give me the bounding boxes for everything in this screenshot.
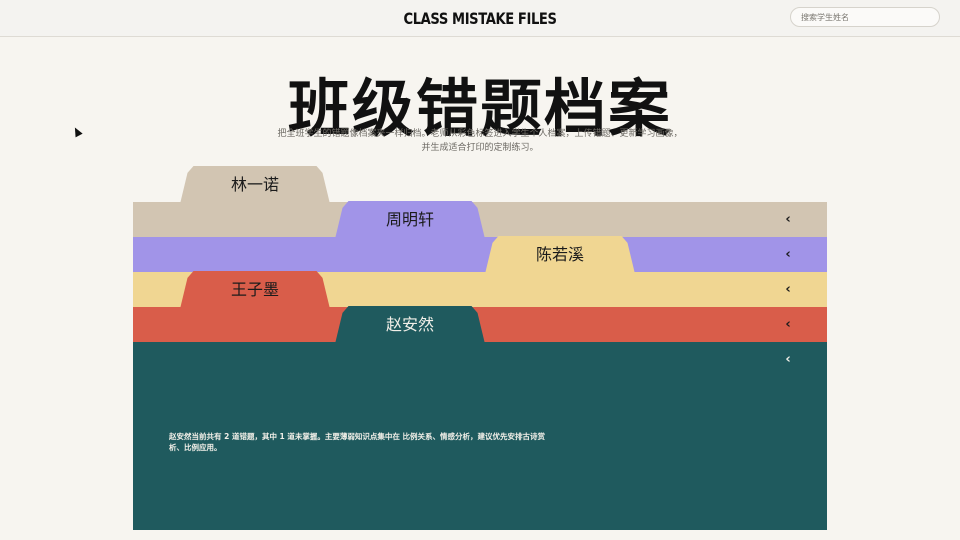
chevron-left-icon[interactable]: ‹	[782, 353, 794, 366]
student-summary: 赵安然当前共有 2 道错题，其中 1 道未掌握。主要薄弱知识点集中在 比例关系、…	[169, 432, 545, 452]
chevron-left-icon[interactable]: ‹	[782, 248, 794, 261]
folder-tab-label: 林一诺	[230, 175, 279, 194]
page-subtitle-line-1: 把全班学生的错题像档案夹一样归档。老师从彩色标签进入学生个人档案，上传错题、更新…	[277, 129, 683, 139]
folder-band-2[interactable]	[133, 237, 827, 273]
folder-tab-label: 周明轩	[385, 210, 434, 229]
search-input[interactable]	[790, 7, 940, 27]
folder-tab-label: 陈若溪	[535, 245, 584, 264]
folder-tab-label: 王子墨	[230, 280, 279, 299]
folder-tab-5[interactable]: 赵安然	[335, 306, 485, 344]
chevron-left-icon[interactable]: ‹	[782, 318, 794, 331]
folder-tab-label: 赵安然	[385, 315, 434, 334]
chevron-left-icon[interactable]: ‹	[782, 283, 794, 296]
chevron-left-icon[interactable]: ‹	[782, 213, 794, 226]
folder-tab-3[interactable]: 陈若溪	[485, 236, 635, 274]
page-subtitle: 把全班学生的错题像档案夹一样归档。老师从彩色标签进入学生个人档案，上传错题、更新…	[0, 127, 960, 155]
folder-tab-4[interactable]: 王子墨	[180, 271, 330, 309]
brand-title: CLASS MISTAKE FILES	[403, 9, 557, 28]
folder-tab-1[interactable]: 林一诺	[180, 166, 330, 204]
page-subtitle-line-2: 并生成适合打印的定制练习。	[421, 143, 539, 153]
top-bar: CLASS MISTAKE FILES	[0, 0, 960, 37]
folder-tab-2[interactable]: 周明轩	[335, 201, 485, 239]
